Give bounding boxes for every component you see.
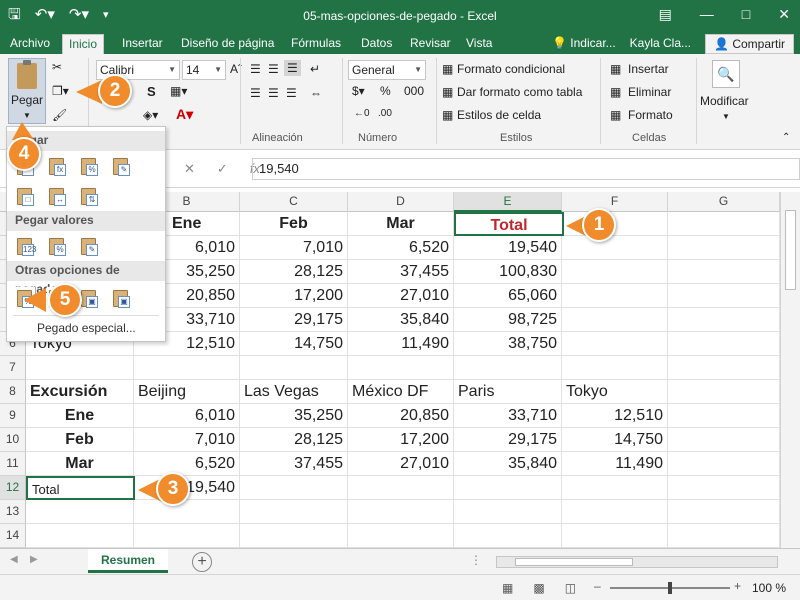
callout-4: 4 (7, 137, 41, 171)
callout-2: 2 (98, 74, 132, 108)
callout-5: 5 (48, 283, 82, 317)
callout-1: 1 (582, 208, 616, 242)
callout-3: 3 (156, 472, 190, 506)
callout-5-pointer (24, 288, 46, 312)
